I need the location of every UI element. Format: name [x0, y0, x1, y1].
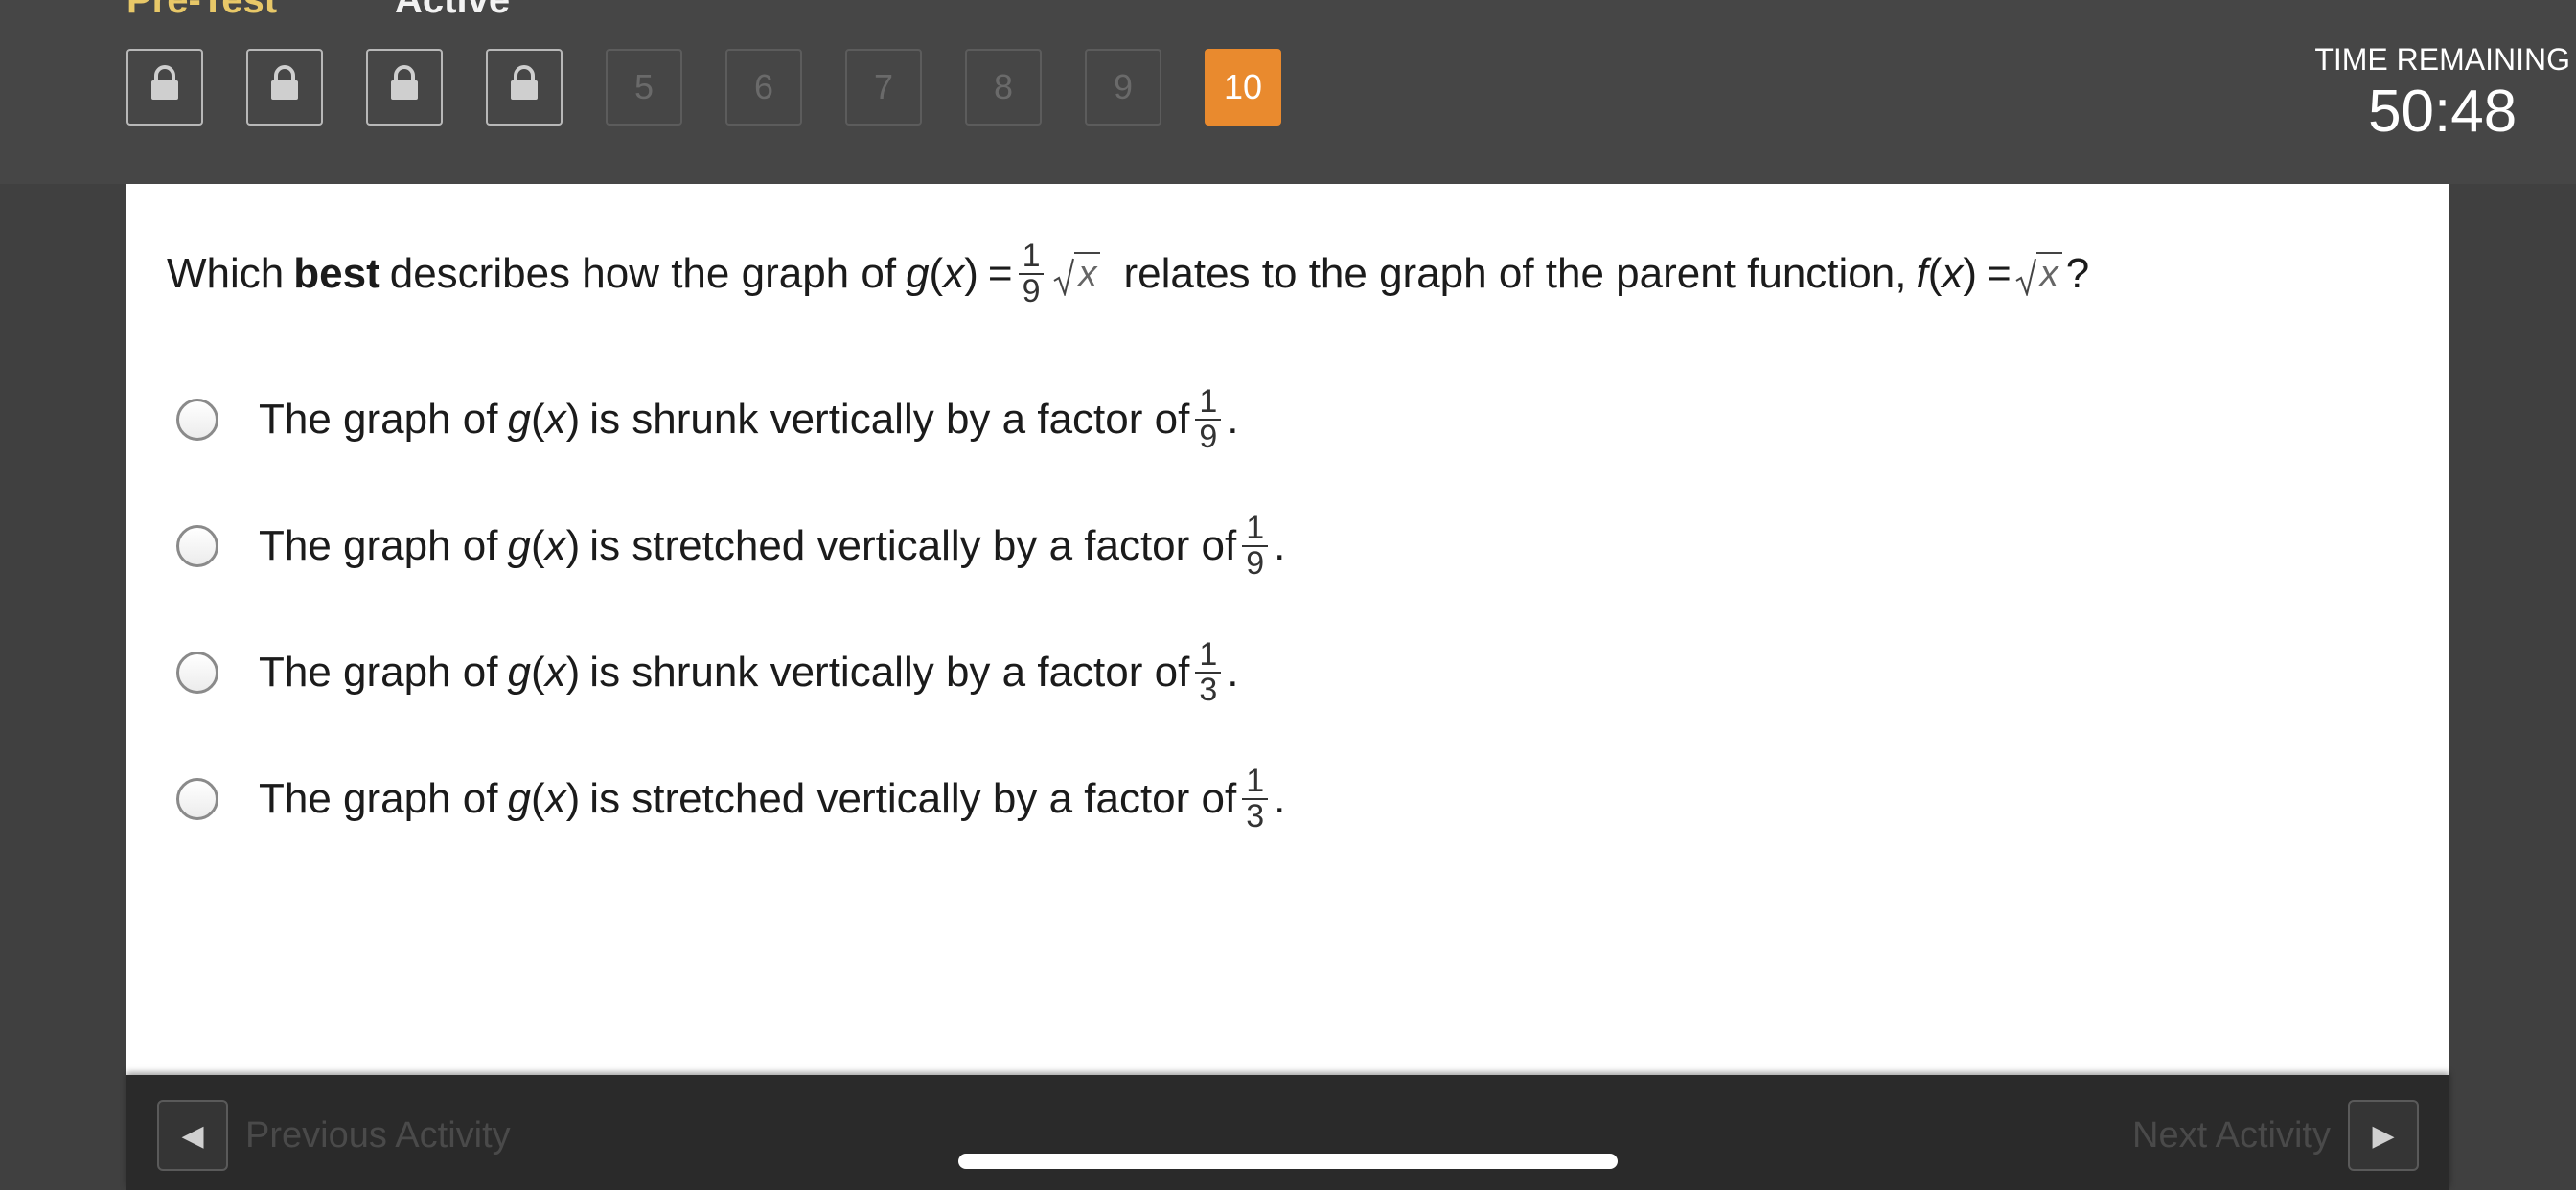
footer-bar: ◀ Previous Activity Next Activity ▶ — [126, 1075, 2450, 1190]
question-3-button[interactable] — [366, 49, 443, 126]
question-6-button[interactable]: 6 — [725, 49, 802, 126]
time-remaining: TIME REMAINING 50:48 — [2314, 42, 2570, 146]
answer-option[interactable]: The graph of g(x) is stretched verticall… — [176, 512, 1285, 580]
activity-title: Pre-Test — [126, 0, 278, 21]
radio-button[interactable] — [176, 524, 218, 567]
question-text: Which best describes how the graph of g(… — [167, 238, 2090, 309]
question-panel: Which best describes how the graph of g(… — [126, 184, 2450, 1075]
factor-fraction: 13 — [1242, 765, 1269, 833]
activity-status: Active — [395, 0, 511, 21]
factor-fraction: 13 — [1195, 638, 1222, 706]
factor-fraction: 19 — [1242, 512, 1269, 580]
right-gutter — [2450, 184, 2576, 1190]
lock-icon — [148, 64, 182, 110]
question-1-button[interactable] — [126, 49, 203, 126]
triangle-left-icon: ◀ — [181, 1119, 204, 1152]
question-2-button[interactable] — [246, 49, 323, 126]
question-8-button[interactable]: 8 — [965, 49, 1042, 126]
question-4-button[interactable] — [486, 49, 563, 126]
question-10-button[interactable]: 10 — [1205, 49, 1281, 126]
answer-option[interactable]: The graph of g(x) is stretched verticall… — [176, 765, 1285, 833]
answer-option[interactable]: The graph of g(x) is shrunk vertically b… — [176, 385, 1238, 453]
left-gutter — [0, 184, 126, 1190]
radio-button[interactable] — [176, 398, 218, 441]
answer-option[interactable]: The graph of g(x) is shrunk vertically b… — [176, 638, 1238, 706]
question-7-button[interactable]: 7 — [845, 49, 922, 126]
question-5-button[interactable]: 5 — [606, 49, 682, 126]
lock-icon — [387, 64, 422, 110]
previous-activity-label[interactable]: Previous Activity — [245, 1115, 511, 1156]
radio-button[interactable] — [176, 777, 218, 820]
emphasis-word: best — [293, 249, 380, 297]
lock-icon — [267, 64, 302, 110]
next-activity-button[interactable]: ▶ — [2348, 1100, 2419, 1171]
next-activity-label[interactable]: Next Activity — [2132, 1115, 2331, 1156]
coefficient-fraction: 1 9 — [1018, 240, 1045, 308]
previous-activity-button[interactable]: ◀ — [157, 1100, 228, 1171]
square-root: x — [2015, 251, 2062, 296]
timer-value: 50:48 — [2368, 79, 2518, 145]
timer-label: TIME REMAINING — [2314, 42, 2570, 77]
square-root: x — [1053, 251, 1101, 296]
header-bar: Pre-Test Active 5 6 7 8 9 10 TIME REMAIN… — [0, 0, 2576, 184]
triangle-right-icon: ▶ — [2372, 1119, 2395, 1152]
question-9-button[interactable]: 9 — [1085, 49, 1162, 126]
factor-fraction: 19 — [1195, 385, 1222, 453]
home-indicator[interactable] — [958, 1154, 1618, 1169]
radio-button[interactable] — [176, 651, 218, 694]
lock-icon — [507, 64, 541, 110]
